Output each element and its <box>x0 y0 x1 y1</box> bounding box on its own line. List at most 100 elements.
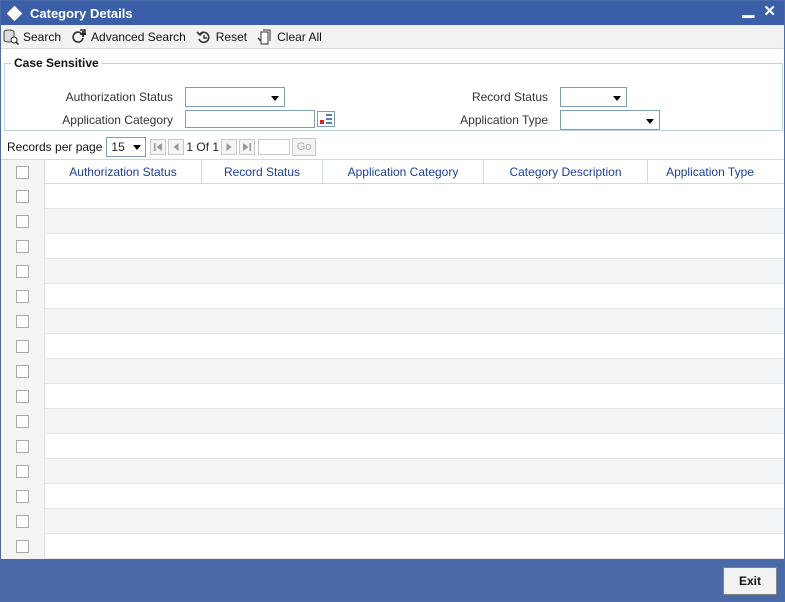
table-row[interactable] <box>1 334 784 359</box>
records-per-page-select[interactable]: 15 <box>106 137 147 157</box>
table-row[interactable] <box>1 509 784 534</box>
record-status-label: Record Status <box>471 90 548 104</box>
row-checkbox[interactable] <box>16 290 29 303</box>
search-button[interactable]: Search <box>3 29 61 45</box>
go-button[interactable]: Go <box>292 138 317 156</box>
minimize-icon[interactable]: ▁ <box>742 1 754 19</box>
row-checkbox[interactable] <box>16 515 29 528</box>
toolbar: Search Advanced Search Reset Clear All <box>1 25 784 49</box>
row-select-cell <box>1 384 45 409</box>
application-type-select[interactable] <box>560 110 660 130</box>
table-row[interactable] <box>1 459 784 484</box>
last-page-icon <box>243 143 252 151</box>
category-details-window: Category Details ▁ ✕ Search Advanced Sea… <box>0 0 785 602</box>
previous-page-icon <box>173 143 179 151</box>
row-select-cell <box>1 309 45 334</box>
results-grid: Authorization Status Record Status Appli… <box>1 159 784 559</box>
grid-header: Authorization Status Record Status Appli… <box>1 159 784 184</box>
chevron-down-icon <box>613 96 621 101</box>
row-checkbox[interactable] <box>16 240 29 253</box>
authorization-status-select[interactable] <box>185 87 285 107</box>
authorization-status-label: Authorization Status <box>65 90 173 104</box>
row-checkbox[interactable] <box>16 365 29 378</box>
table-row[interactable] <box>1 184 784 209</box>
window-diamond-icon <box>6 5 23 21</box>
reset-label: Reset <box>215 29 248 44</box>
row-checkbox[interactable] <box>16 415 29 428</box>
row-checkbox[interactable] <box>16 315 29 328</box>
row-select-cell <box>1 434 45 459</box>
row-select-cell <box>1 184 45 209</box>
last-page-button[interactable] <box>239 139 256 155</box>
window-title: Category Details <box>30 5 133 21</box>
search-label: Search <box>23 29 62 44</box>
exit-button[interactable]: Exit <box>723 567 777 595</box>
column-header-record-status[interactable]: Record Status <box>202 160 323 184</box>
reset-button[interactable]: Reset <box>196 29 247 45</box>
close-icon[interactable]: ✕ <box>763 3 776 21</box>
row-checkbox[interactable] <box>16 440 29 453</box>
table-row[interactable] <box>1 534 784 559</box>
row-checkbox[interactable] <box>16 215 29 228</box>
row-checkbox[interactable] <box>16 265 29 278</box>
reset-icon <box>196 29 212 45</box>
page-number-input[interactable] <box>258 139 291 155</box>
row-select-cell <box>1 534 45 559</box>
table-row[interactable] <box>1 359 784 384</box>
chevron-down-icon <box>133 145 142 150</box>
advanced-search-label: Advanced Search <box>91 29 186 44</box>
row-select-cell <box>1 409 45 434</box>
table-row[interactable] <box>1 434 784 459</box>
search-criteria-panel: Case Sensitive Authorization Status Reco… <box>4 56 783 131</box>
table-row[interactable] <box>1 284 784 309</box>
column-header-application-category[interactable]: Application Category <box>323 160 484 184</box>
column-header-application-type[interactable]: Application Type <box>648 160 772 184</box>
table-row[interactable] <box>1 484 784 509</box>
first-page-icon <box>154 143 163 151</box>
first-page-button[interactable] <box>150 139 167 155</box>
row-checkbox[interactable] <box>16 190 29 203</box>
row-select-cell <box>1 284 45 309</box>
select-all-checkbox[interactable] <box>16 166 29 179</box>
records-per-page-label: Records per page <box>7 140 103 154</box>
application-category-label: Application Category <box>62 113 173 127</box>
table-row[interactable] <box>1 209 784 234</box>
page-info: 1 Of 1 <box>186 140 220 154</box>
row-checkbox[interactable] <box>16 540 29 553</box>
row-select-cell <box>1 234 45 259</box>
application-category-input[interactable] <box>185 110 315 128</box>
row-select-cell <box>1 459 45 484</box>
row-select-cell <box>1 334 45 359</box>
case-sensitive-legend: Case Sensitive <box>14 56 99 70</box>
title-bar: Category Details ▁ ✕ <box>1 1 784 25</box>
row-checkbox[interactable] <box>16 465 29 478</box>
row-select-cell <box>1 259 45 284</box>
table-row[interactable] <box>1 234 784 259</box>
list-of-values-icon[interactable] <box>317 111 335 127</box>
select-all-cell <box>1 160 45 184</box>
table-row[interactable] <box>1 384 784 409</box>
advanced-search-icon <box>71 28 87 45</box>
previous-page-button[interactable] <box>168 139 185 155</box>
table-row[interactable] <box>1 259 784 284</box>
row-select-cell <box>1 484 45 509</box>
table-row[interactable] <box>1 309 784 334</box>
row-select-cell <box>1 209 45 234</box>
advanced-search-button[interactable]: Advanced Search <box>71 28 186 45</box>
application-type-label: Application Type <box>460 113 548 127</box>
row-select-cell <box>1 359 45 384</box>
table-row[interactable] <box>1 409 784 434</box>
next-page-button[interactable] <box>221 139 238 155</box>
footer-bar: Exit <box>1 559 784 601</box>
next-page-icon <box>226 143 232 151</box>
column-header-category-description[interactable]: Category Description <box>484 160 648 184</box>
clear-all-button[interactable]: Clear All <box>257 29 322 45</box>
row-checkbox[interactable] <box>16 340 29 353</box>
column-header-authorization-status[interactable]: Authorization Status <box>45 160 202 184</box>
search-db-icon <box>3 29 19 45</box>
row-checkbox[interactable] <box>16 390 29 403</box>
row-checkbox[interactable] <box>16 490 29 503</box>
clear-all-icon <box>257 29 273 45</box>
chevron-down-icon <box>646 119 654 124</box>
record-status-select[interactable] <box>560 87 627 107</box>
